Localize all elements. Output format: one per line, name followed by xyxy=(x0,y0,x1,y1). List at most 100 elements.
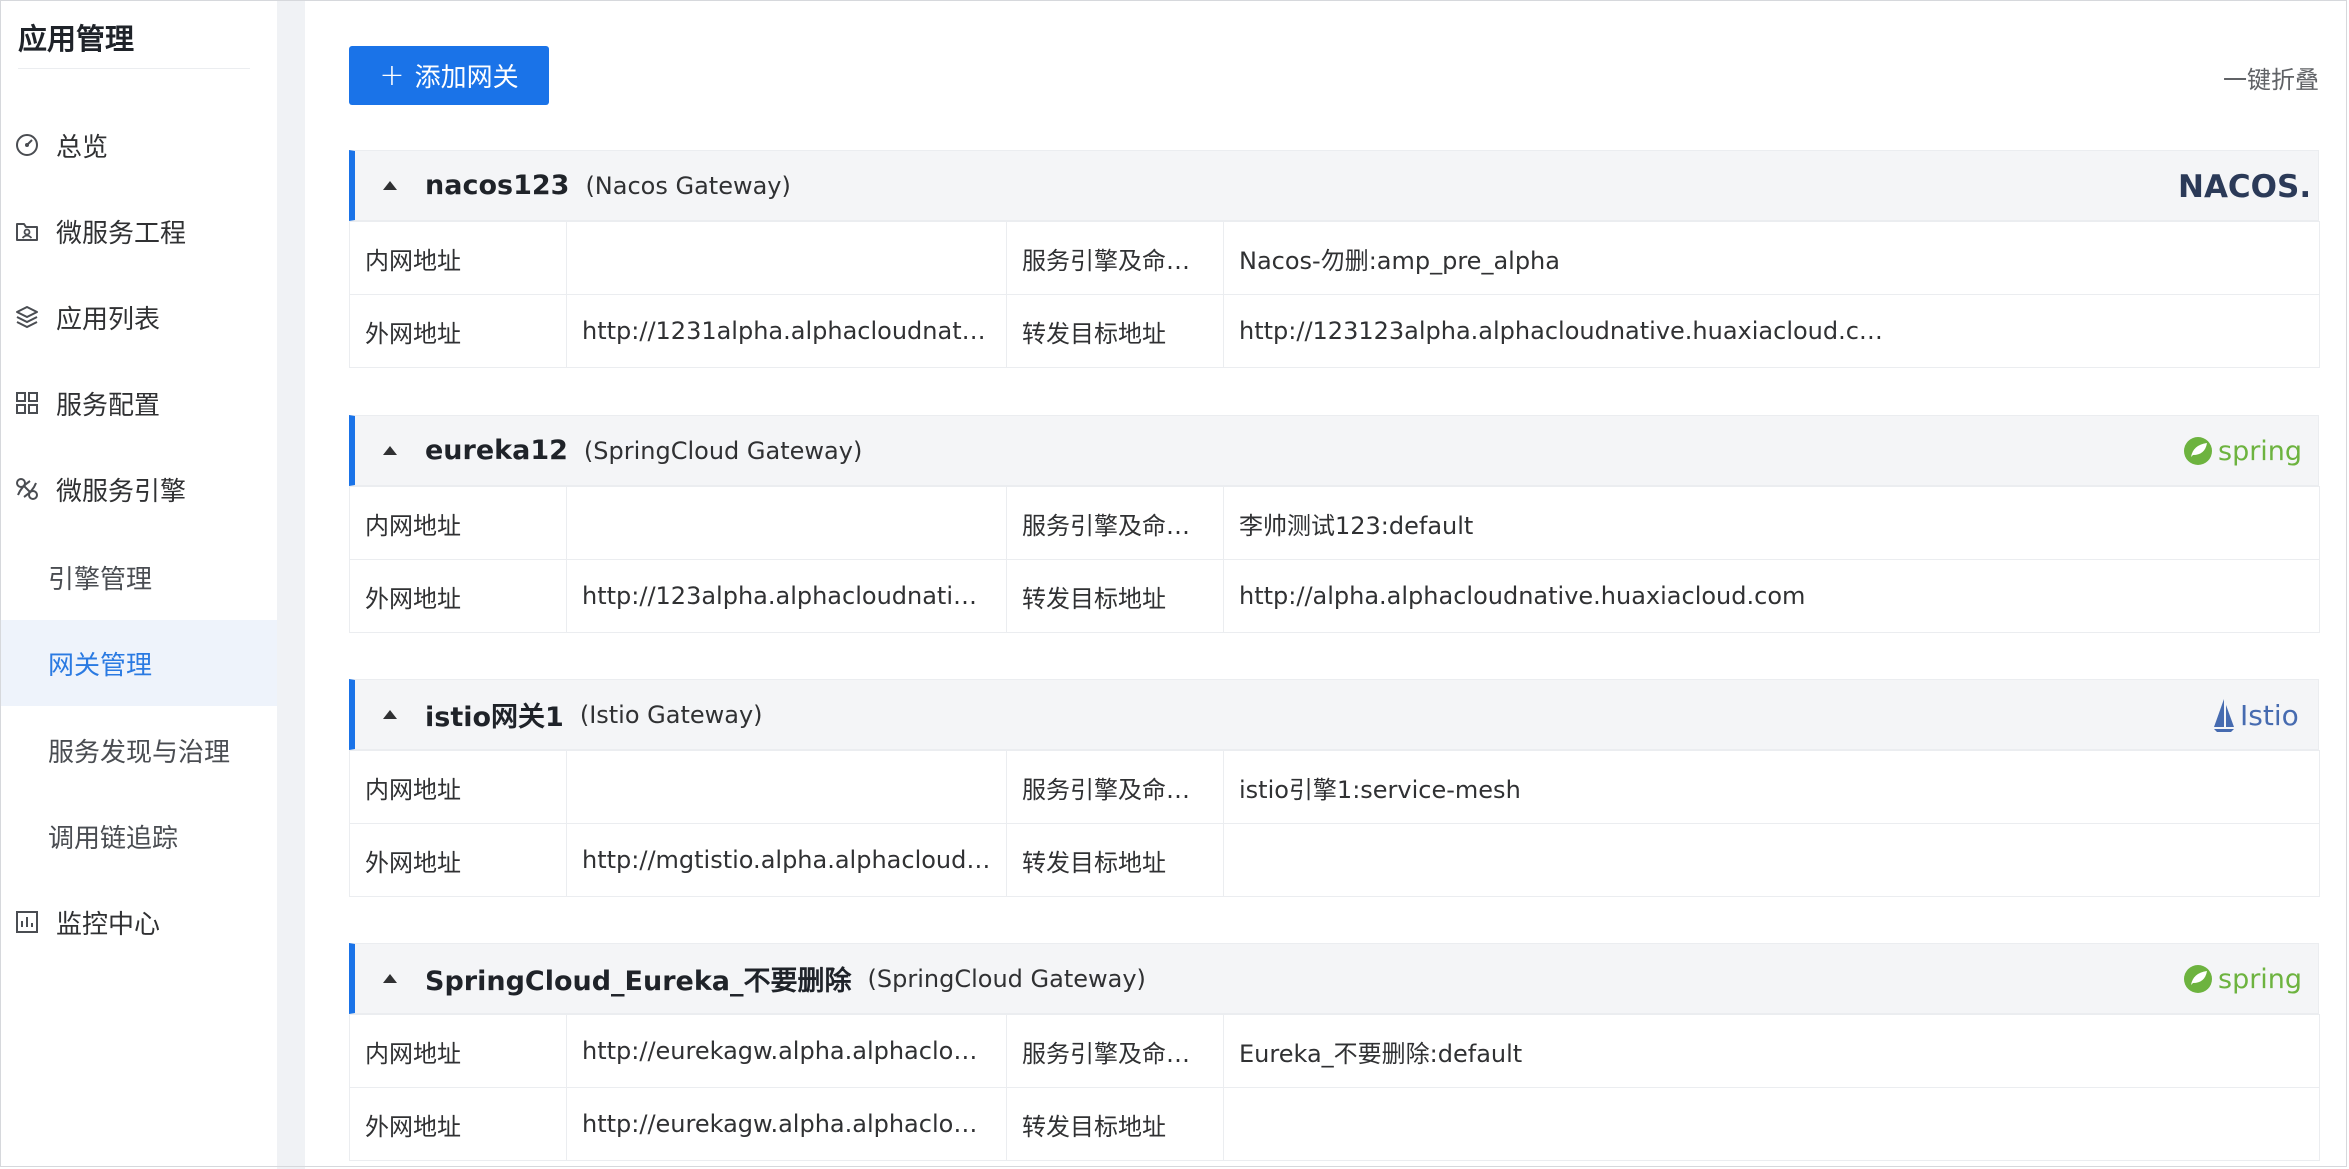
gateway-card-header: SpringCloud_Eureka_不要删除 (SpringCloud Gate… xyxy=(349,943,2319,1014)
sidebar-item-service-discovery[interactable]: 服务发现与治理 xyxy=(0,707,277,793)
sidebar-item-label: 引擎管理 xyxy=(48,564,153,595)
gateway-card: SpringCloud_Eureka_不要删除 (SpringCloud Gate… xyxy=(349,943,2320,1161)
internal-address-value xyxy=(566,750,1007,824)
external-address-label: 外网地址 xyxy=(349,559,567,633)
sidebar-item-label: 监控中心 xyxy=(56,909,161,940)
table-row: 内网地址 服务引擎及命名空间 istio引擎1:service-mesh xyxy=(349,750,2320,824)
spring-logo-text: spring xyxy=(2218,436,2302,467)
gateway-name: nacos123 xyxy=(425,170,570,201)
gateway-card-header: nacos123 (Nacos Gateway) NACOS. xyxy=(349,150,2319,221)
sidebar-item-microservice-project[interactable]: 微服务工程 xyxy=(0,188,277,274)
gateway-type: (SpringCloud Gateway) xyxy=(867,964,1146,993)
sidebar-title: 应用管理 xyxy=(18,22,135,56)
external-address-value: http://123alpha.alphacloudnative.huaxiac… xyxy=(566,559,1007,633)
engine-namespace-label: 服务引擎及命名空间 xyxy=(1006,750,1224,824)
sidebar-item-microservice-engine[interactable]: 微服务引擎 xyxy=(0,446,277,532)
engine-namespace-value: 李帅测试123:default xyxy=(1223,486,2320,560)
gateway-type: (SpringCloud Gateway) xyxy=(583,436,863,465)
internal-address-label: 内网地址 xyxy=(349,486,567,560)
gateway-type: (Istio Gateway) xyxy=(579,700,763,729)
forward-target-label: 转发目标地址 xyxy=(1006,1087,1224,1161)
grid-icon xyxy=(12,388,42,418)
dashboard-icon xyxy=(12,130,42,160)
istio-logo-text: Istio xyxy=(2240,699,2299,732)
sidebar-item-label: 微服务工程 xyxy=(56,218,187,249)
sidebar-item-label: 调用链追踪 xyxy=(48,823,179,854)
table-row: 外网地址http://123alpha.alphacloudnative.hua… xyxy=(349,559,2320,633)
collapse-caret-icon[interactable] xyxy=(383,446,397,455)
sidebar-item-label: 服务发现与治理 xyxy=(48,737,231,768)
internal-address-value xyxy=(566,221,1007,295)
table-row: 内网地址http://eurekagw.alpha.alphacloudnati… xyxy=(349,1014,2320,1088)
engine-namespace-value: istio引擎1:service-mesh xyxy=(1223,750,2320,824)
table-row: 内网地址 服务引擎及命名空间 Nacos-勿删:amp_pre_alpha xyxy=(349,221,2320,295)
gateway-name: eureka12 xyxy=(425,435,568,466)
sidebar-item-monitoring-center[interactable]: 监控中心 xyxy=(0,879,277,965)
forward-target-label: 转发目标地址 xyxy=(1006,823,1224,897)
external-address-value: http://eurekagw.alpha.alphacloudnative.h… xyxy=(566,1087,1007,1161)
external-address-value: http://mgtistio.alpha.alphacloudnative.h… xyxy=(566,823,1007,897)
external-address-label: 外网地址 xyxy=(349,294,567,368)
sidebar-item-label: 微服务引擎 xyxy=(56,476,187,507)
external-address-label: 外网地址 xyxy=(349,823,567,897)
gateway-info-table: 内网地址 服务引擎及命名空间 Nacos-勿删:amp_pre_alpha 外网地址 h… xyxy=(349,221,2320,368)
sidebar-item-service-config[interactable]: 服务配置 xyxy=(0,360,277,446)
engine-icon xyxy=(12,474,42,504)
engine-namespace-label: 服务引擎及命名空间 xyxy=(1006,221,1224,295)
forward-target-label: 转发目标地址 xyxy=(1006,294,1224,368)
engine-namespace-label: 服务引擎及命名空间 xyxy=(1006,1014,1224,1088)
external-address-value: http://1231alpha.alphacloudnative.huaxia… xyxy=(566,294,1007,368)
table-row: 外网地址http://mgtistio.alpha.alphacloudnati… xyxy=(349,823,2320,897)
gateway-card-header: eureka12 (SpringCloud Gateway) spring xyxy=(349,415,2319,486)
forward-target-value: http://123123alpha.alphacloudnative.huax… xyxy=(1223,294,2320,368)
gateway-info-table: 内网地址 服务引擎及命名空间 istio引擎1:service-mesh 外网地址 ht… xyxy=(349,750,2320,897)
plus-icon: + xyxy=(379,57,405,93)
sidebar-item-label: 总览 xyxy=(56,132,109,163)
layers-icon xyxy=(12,302,42,332)
table-row: 外网地址http://eurekagw.alpha.alphacloudnati… xyxy=(349,1087,2320,1161)
forward-target-value xyxy=(1223,1087,2320,1161)
engine-namespace-value: Eureka_不要删除:default xyxy=(1223,1014,2320,1088)
sidebar-divider xyxy=(18,68,250,69)
sidebar-item-app-list[interactable]: 应用列表 xyxy=(0,274,277,360)
gateway-card: istio网关1 (Istio Gateway) Istio 内网地址 服务引擎及命名空… xyxy=(349,679,2320,897)
table-row: 外网地址http://1231alpha.alphacloudnative.hu… xyxy=(349,294,2320,368)
nacos-logo: NACOS. xyxy=(2178,151,2308,220)
sidebar-item-overview[interactable]: 总览 xyxy=(0,102,277,188)
external-address-label: 外网地址 xyxy=(349,1087,567,1161)
gateway-info-table: 内网地址http://eurekagw.alpha.alphacloudnati… xyxy=(349,1014,2320,1161)
collapse-caret-icon[interactable] xyxy=(383,974,397,983)
internal-address-value: http://eurekagw.alpha.alphacloudnative.h… xyxy=(566,1014,1007,1088)
add-gateway-button[interactable]: + 添加网关 xyxy=(349,46,549,105)
gateway-card: eureka12 (SpringCloud Gateway) spring 内网地址 服… xyxy=(349,415,2320,633)
gateway-card: nacos123 (Nacos Gateway) NACOS. 内网地址 服务引擎及命名… xyxy=(349,150,2320,368)
sidebar-item-label: 服务配置 xyxy=(56,390,161,421)
bar-chart-icon xyxy=(12,907,42,937)
main-content: + 添加网关 一键折叠 nacos123 (Nacos Gateway) NACOS… xyxy=(305,0,2349,1169)
forward-target-value xyxy=(1223,823,2320,897)
gateway-type: (Nacos Gateway) xyxy=(585,171,791,200)
spring-logo-text: spring xyxy=(2218,964,2302,995)
sidebar-item-gateway-management[interactable]: 网关管理 xyxy=(0,620,277,706)
collapse-caret-icon[interactable] xyxy=(383,181,397,190)
content-gutter xyxy=(277,0,305,1169)
forward-target-value: http://alpha.alphacloudnative.huaxiaclou… xyxy=(1223,559,2320,633)
engine-namespace-label: 服务引擎及命名空间 xyxy=(1006,486,1224,560)
forward-target-label: 转发目标地址 xyxy=(1006,559,1224,633)
gateway-name: istio网关1 xyxy=(425,702,564,733)
gateway-card-header: istio网关1 (Istio Gateway) Istio xyxy=(349,679,2319,750)
table-row: 内网地址 服务引擎及命名空间 李帅测试123:default xyxy=(349,486,2320,560)
internal-address-label: 内网地址 xyxy=(349,1014,567,1088)
sidebar-item-call-chain-tracing[interactable]: 调用链追踪 xyxy=(0,793,277,879)
internal-address-label: 内网地址 xyxy=(349,750,567,824)
gateway-info-table: 内网地址 服务引擎及命名空间 李帅测试123:default 外网地址 http://1… xyxy=(349,486,2320,633)
sidebar-item-engine-management[interactable]: 引擎管理 xyxy=(0,534,277,620)
gateway-name: SpringCloud_Eureka_不要删除 xyxy=(425,966,852,997)
collapse-caret-icon[interactable] xyxy=(383,710,397,719)
internal-address-value xyxy=(566,486,1007,560)
internal-address-label: 内网地址 xyxy=(349,221,567,295)
collapse-all-button[interactable]: 一键折叠 xyxy=(2223,60,2319,95)
istio-logo: Istio xyxy=(2212,680,2308,749)
sidebar-item-label: 应用列表 xyxy=(56,304,161,335)
sidebar: 应用管理 总览 微服务工程 应用列表 服务配置 微服务引擎 引擎管理 网关管理 … xyxy=(0,0,277,1169)
